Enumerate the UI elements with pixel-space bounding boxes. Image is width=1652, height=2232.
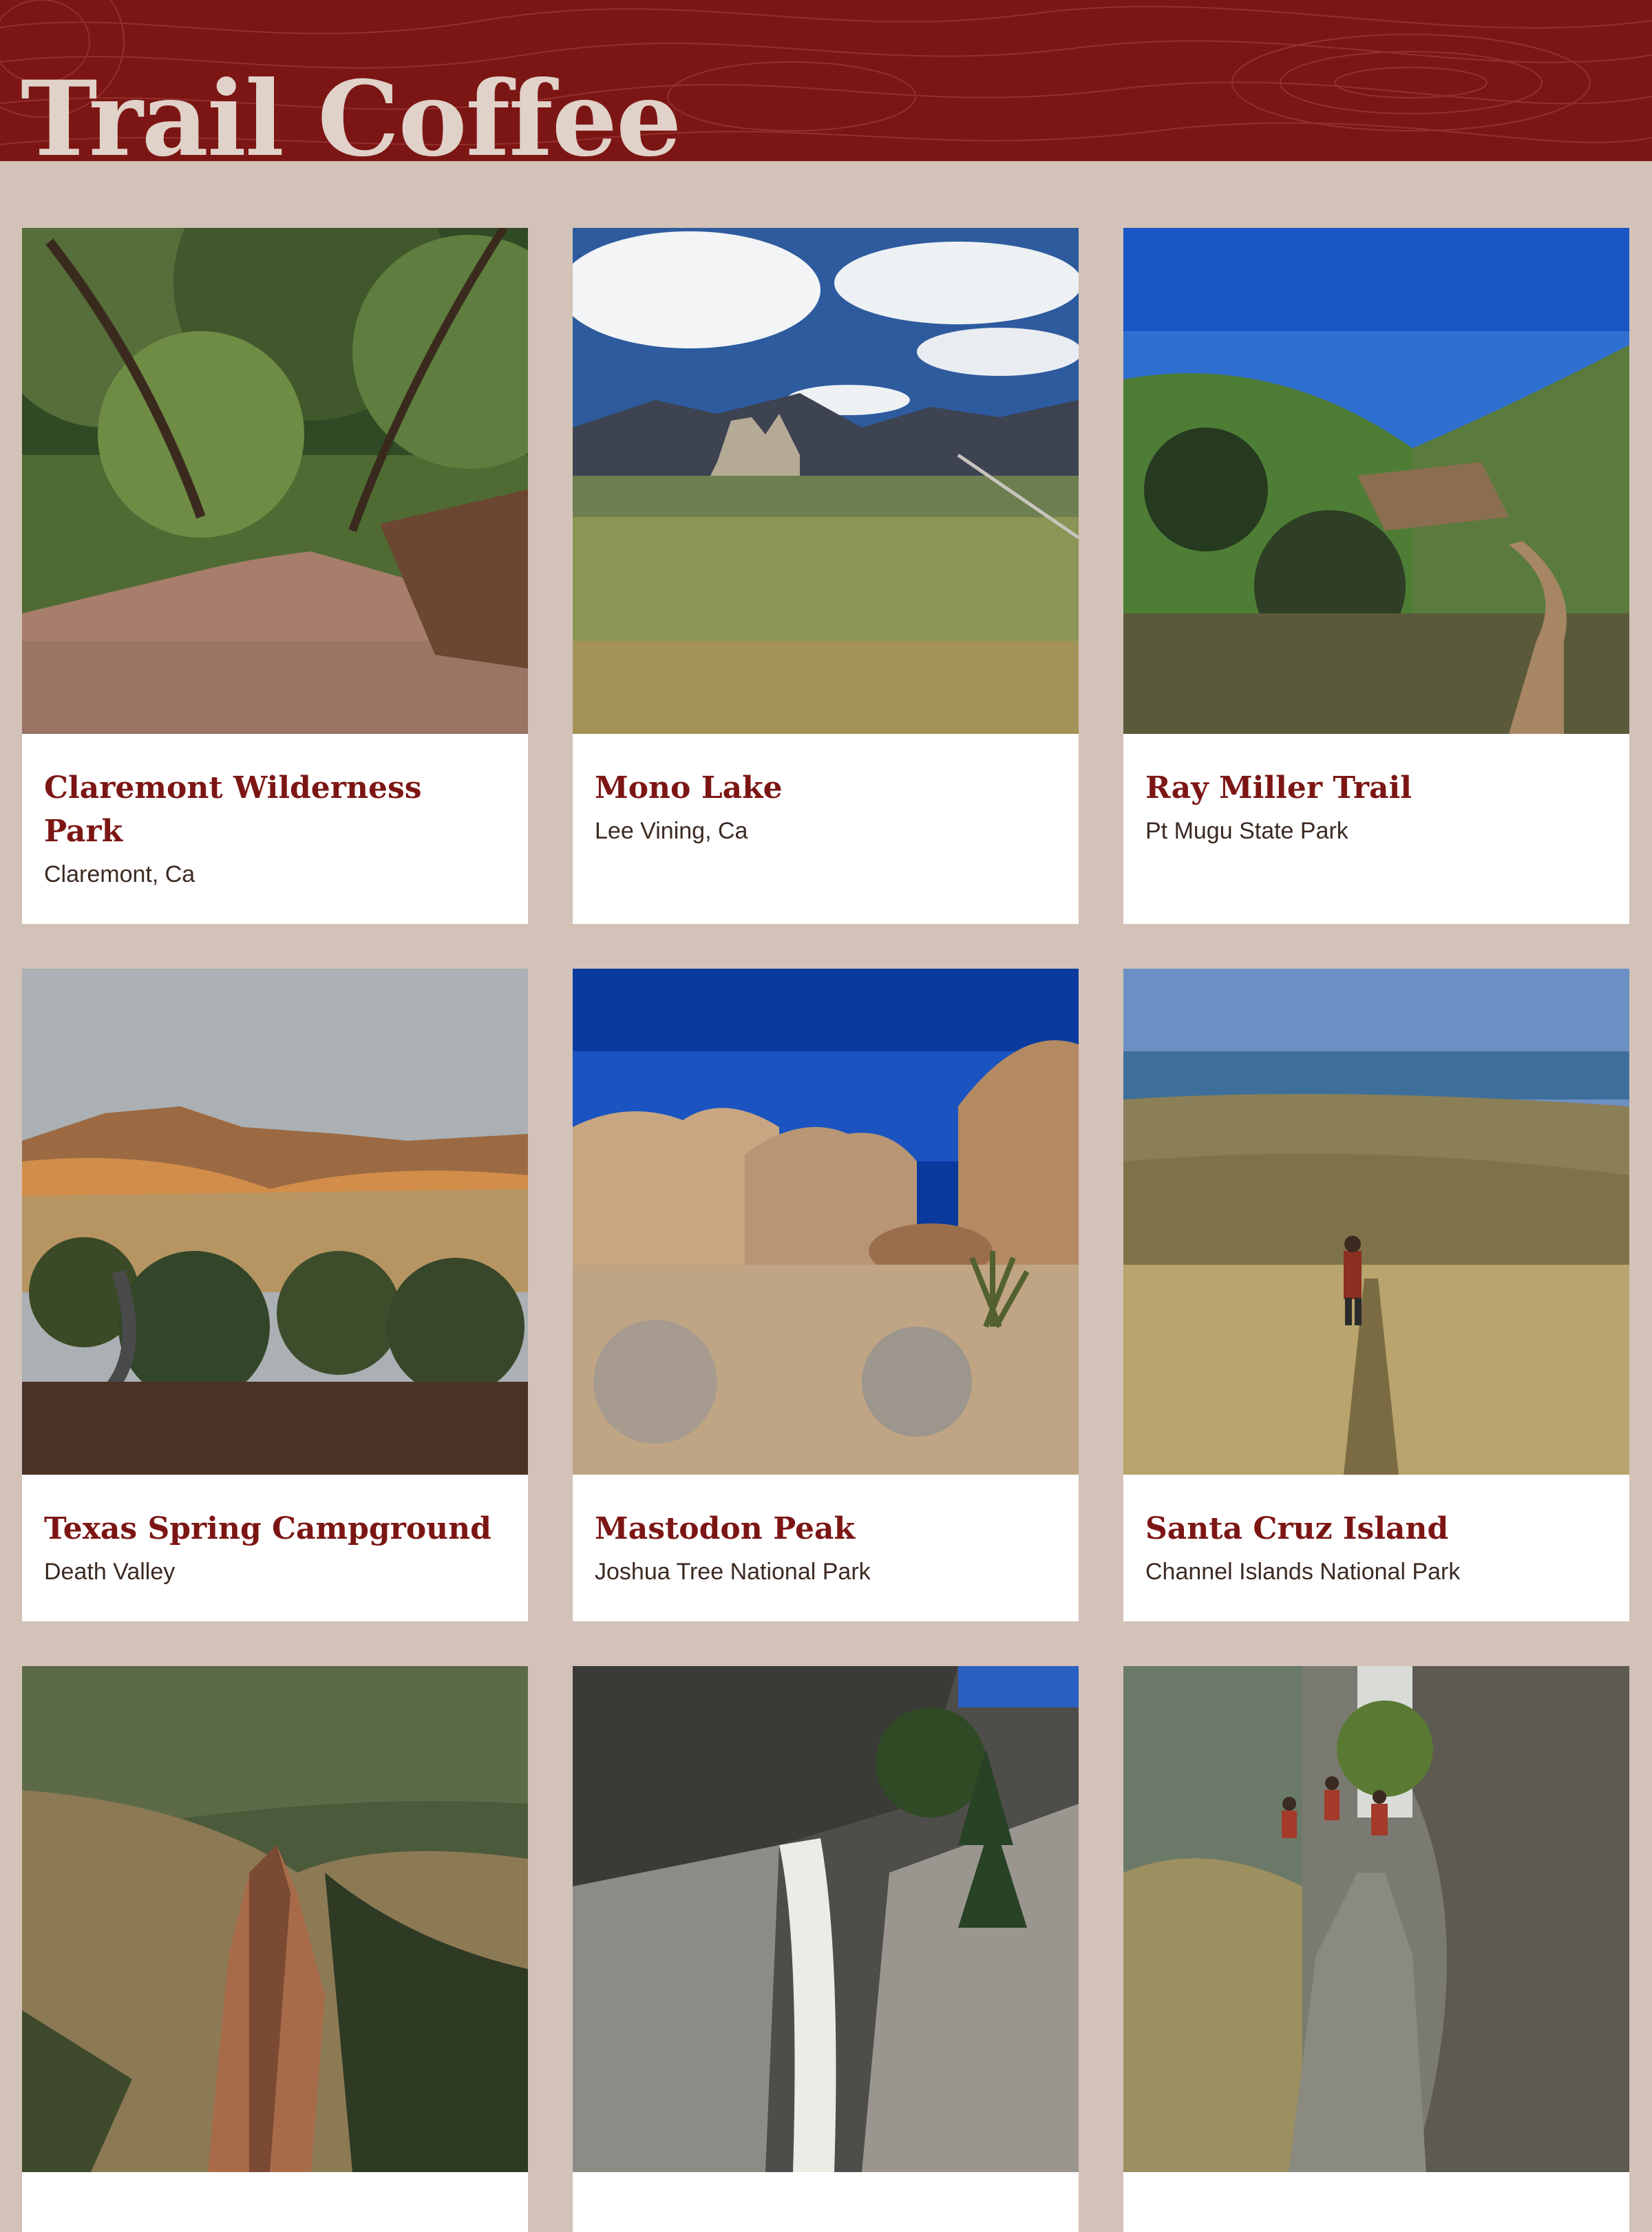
- trail-card[interactable]: [573, 1666, 1079, 2232]
- trail-photo: [573, 969, 1079, 1475]
- site-title: Trail Coffee: [21, 59, 681, 161]
- trail-location: Lee Vining, Ca: [595, 818, 748, 844]
- trail-photo: [1123, 1666, 1629, 2172]
- trail-photo: [22, 969, 528, 1475]
- trail-card[interactable]: [22, 1666, 528, 2232]
- trail-photo: [573, 1666, 1079, 2172]
- trail-photo: [573, 228, 1079, 734]
- trail-card[interactable]: Mono Lake Lee Vining, Ca: [573, 228, 1079, 924]
- trail-name: Mastodon Peak: [595, 1511, 855, 1546]
- trail-name: Mono Lake: [595, 770, 783, 806]
- trail-name: Ray Miller Trail: [1145, 770, 1412, 806]
- trail-location: Channel Islands National Park: [1145, 1559, 1461, 1585]
- trail-photo: [22, 1666, 528, 2172]
- trail-card[interactable]: Mastodon Peak Joshua Tree National Park: [573, 969, 1079, 1621]
- trail-photo: [22, 228, 528, 734]
- trail-grid: Claremont Wilderness Park Claremont, Ca …: [22, 228, 1629, 2232]
- trail-location: Claremont, Ca: [44, 861, 195, 887]
- trail-location: Pt Mugu State Park: [1145, 818, 1348, 844]
- trail-photo: [1123, 228, 1629, 734]
- trail-name: Texas Spring Campground: [44, 1511, 491, 1546]
- trail-name: Santa Cruz Island: [1145, 1511, 1449, 1546]
- trail-photo: [1123, 969, 1629, 1475]
- trail-location: Joshua Tree National Park: [595, 1559, 871, 1585]
- trail-card[interactable]: Claremont Wilderness Park Claremont, Ca: [22, 228, 528, 924]
- trail-card[interactable]: Texas Spring Campground Death Valley: [22, 969, 528, 1621]
- site-header: Trail Coffee: [0, 0, 1652, 161]
- trail-card[interactable]: Santa Cruz Island Channel Islands Nation…: [1123, 969, 1629, 1621]
- trail-name: Claremont Wilderness Park: [44, 770, 422, 849]
- trail-card[interactable]: [1123, 1666, 1629, 2232]
- trail-location: Death Valley: [44, 1559, 176, 1585]
- trail-card[interactable]: Ray Miller Trail Pt Mugu State Park: [1123, 228, 1629, 924]
